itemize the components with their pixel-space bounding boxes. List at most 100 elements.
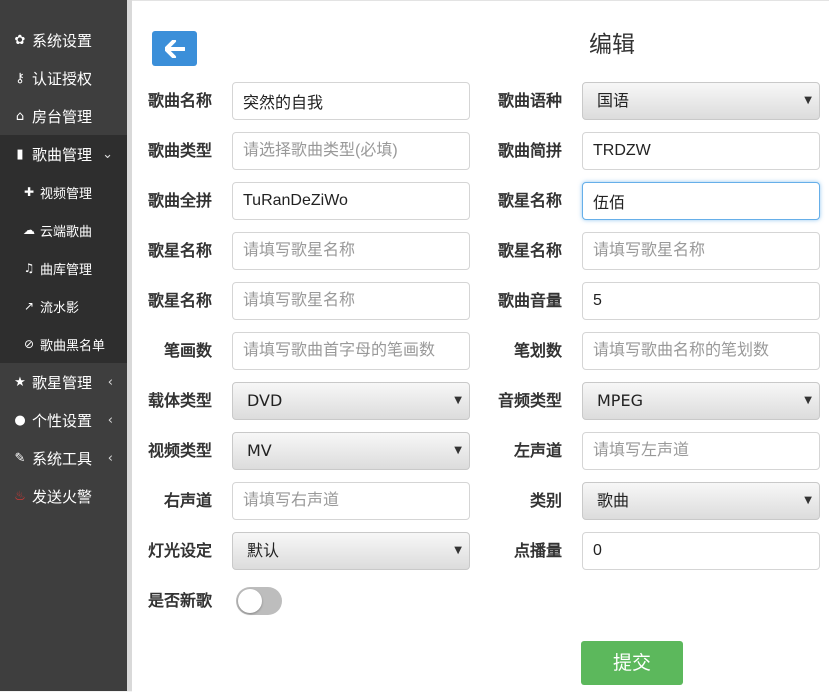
singer-name-input-2[interactable] — [232, 232, 470, 270]
star-icon: ★ — [14, 374, 26, 390]
is-new-label: 是否新歌 — [147, 591, 212, 610]
left-channel-label: 左声道 — [513, 441, 562, 460]
singer-name-label-1: 歌星名称 — [497, 191, 562, 210]
caret-down-icon: ▼ — [454, 445, 462, 456]
chevron-left-icon: ‹ — [107, 374, 113, 390]
right-channel-input[interactable] — [232, 482, 470, 520]
sidebar-item-auth[interactable]: ⚷ 认证授权 — [0, 59, 127, 97]
submit-button[interactable]: 提交 — [581, 641, 683, 685]
lighting-select[interactable]: 默认 ▼ — [232, 532, 470, 570]
caret-down-icon: ▼ — [804, 395, 812, 406]
plus-icon: ✚ — [23, 185, 35, 199]
video-type-select[interactable]: MV ▼ — [232, 432, 470, 470]
sidebar-subitem-label: 视频管理 — [40, 186, 93, 202]
sidebar-item-fire-alarm[interactable]: ♨ 发送火警 — [0, 477, 127, 515]
video-type-value: MV — [247, 441, 272, 460]
music-icon: ♫ — [23, 261, 35, 275]
sidebar-subitem-blacklist[interactable]: ⊘ 歌曲黑名单 — [0, 325, 127, 363]
sidebar-item-label: 认证授权 — [32, 69, 93, 88]
caret-down-icon: ▼ — [454, 395, 462, 406]
song-volume-input[interactable] — [582, 282, 820, 320]
page-title: 编辑 — [589, 32, 635, 58]
cloud-icon: ☁ — [23, 223, 35, 237]
user-icon: ● — [14, 412, 26, 428]
is-new-toggle[interactable] — [236, 587, 282, 615]
sidebar-item-songs[interactable]: ▮ 歌曲管理 ⌄ — [0, 135, 127, 173]
song-type-label: 歌曲类型 — [147, 141, 212, 160]
song-abbr-label: 歌曲简拼 — [497, 141, 562, 160]
chevron-down-icon: ⌄ — [102, 146, 113, 162]
signal-icon: ▮ — [16, 146, 24, 162]
lighting-label: 灯光设定 — [147, 541, 212, 560]
strokes-input[interactable] — [232, 332, 470, 370]
sidebar-subitem-library[interactable]: ♫ 曲库管理 — [0, 249, 127, 287]
song-abbr-input[interactable] — [582, 132, 820, 170]
sidebar-item-rooms[interactable]: ⌂ 房台管理 — [0, 97, 127, 135]
song-volume-label: 歌曲音量 — [497, 291, 562, 310]
wrench-icon: ✎ — [14, 450, 26, 466]
audio-type-select[interactable]: MPEG ▼ — [582, 382, 820, 420]
strokes-label: 笔画数 — [163, 341, 212, 360]
sidebar-item-label: 系统设置 — [32, 31, 93, 50]
category-select[interactable]: 歌曲 ▼ — [582, 482, 820, 520]
carrier-type-value: DVD — [247, 391, 283, 410]
sidebar: ✿ 系统设置 ⚷ 认证授权 ⌂ 房台管理 ▮ 歌曲管理 ⌄ ✚ 视频管理 ☁ 云… — [0, 0, 127, 691]
singer-name-label-4: 歌星名称 — [147, 291, 212, 310]
caret-down-icon: ▼ — [804, 495, 812, 506]
sidebar-item-personal[interactable]: ● 个性设置 ‹ — [0, 401, 127, 439]
ban-icon: ⊘ — [23, 337, 35, 351]
main-content: 编辑 歌曲名称 歌曲语种 国语 ▼ 歌曲类型 歌曲简拼 歌曲全拼 歌星名称 歌星… — [132, 0, 829, 692]
home-icon: ⌂ — [15, 108, 25, 124]
caret-down-icon: ▼ — [454, 545, 462, 556]
play-count-label: 点播量 — [513, 541, 562, 560]
left-channel-input[interactable] — [582, 432, 820, 470]
category-value: 歌曲 — [597, 491, 630, 510]
song-language-label: 歌曲语种 — [497, 91, 562, 110]
sidebar-item-singers[interactable]: ★ 歌星管理 ‹ — [0, 363, 127, 401]
audio-type-value: MPEG — [597, 391, 643, 410]
singer-name-label-2: 歌星名称 — [147, 241, 212, 260]
caret-down-icon: ▼ — [804, 95, 812, 106]
song-name-input[interactable] — [232, 82, 470, 120]
singer-name-label-3: 歌星名称 — [497, 241, 562, 260]
song-pinyin-label: 歌曲全拼 — [147, 191, 212, 210]
sidebar-item-label: 发送火警 — [32, 487, 93, 506]
carrier-type-label: 载体类型 — [147, 391, 212, 410]
sidebar-item-label: 个性设置 — [32, 411, 93, 430]
video-type-label: 视频类型 — [147, 441, 212, 460]
back-button[interactable] — [152, 31, 197, 66]
stroke-count-input[interactable] — [582, 332, 820, 370]
song-pinyin-input[interactable] — [232, 182, 470, 220]
audio-type-label: 音频类型 — [497, 391, 562, 410]
sidebar-subitem-video[interactable]: ✚ 视频管理 — [0, 173, 127, 211]
sidebar-item-tools[interactable]: ✎ 系统工具 ‹ — [0, 439, 127, 477]
song-language-value: 国语 — [597, 91, 630, 110]
sidebar-item-system-settings[interactable]: ✿ 系统设置 — [0, 21, 127, 59]
sidebar-item-label: 歌曲管理 — [32, 145, 93, 164]
lighting-value: 默认 — [247, 541, 280, 560]
sidebar-subitem-label: 歌曲黑名单 — [40, 338, 106, 354]
song-type-input[interactable] — [232, 132, 470, 170]
toggle-knob — [238, 589, 262, 613]
sidebar-subitem-label: 云端歌曲 — [40, 224, 93, 240]
arrow-left-icon — [164, 39, 185, 58]
singer-name-input-3[interactable] — [582, 232, 820, 270]
right-channel-label: 右声道 — [163, 491, 212, 510]
stroke-count-label: 笔划数 — [513, 341, 562, 360]
sidebar-item-label: 房台管理 — [32, 107, 93, 126]
sidebar-item-label: 歌星管理 — [32, 373, 93, 392]
sidebar-subitem-label: 流水影 — [40, 300, 80, 316]
carrier-type-select[interactable]: DVD ▼ — [232, 382, 470, 420]
chevron-left-icon: ‹ — [107, 412, 113, 428]
singer-name-input-1[interactable] — [582, 182, 820, 220]
sidebar-subitem-cloud[interactable]: ☁ 云端歌曲 — [0, 211, 127, 249]
song-name-label: 歌曲名称 — [147, 91, 212, 110]
gear-icon: ✿ — [14, 32, 26, 48]
singer-name-input-4[interactable] — [232, 282, 470, 320]
key-icon: ⚷ — [15, 70, 25, 86]
fire-icon: ♨ — [14, 488, 26, 504]
external-link-icon: ↗ — [23, 299, 35, 313]
sidebar-subitem-stream[interactable]: ↗ 流水影 — [0, 287, 127, 325]
song-language-select[interactable]: 国语 ▼ — [582, 82, 820, 120]
play-count-input[interactable] — [582, 532, 820, 570]
